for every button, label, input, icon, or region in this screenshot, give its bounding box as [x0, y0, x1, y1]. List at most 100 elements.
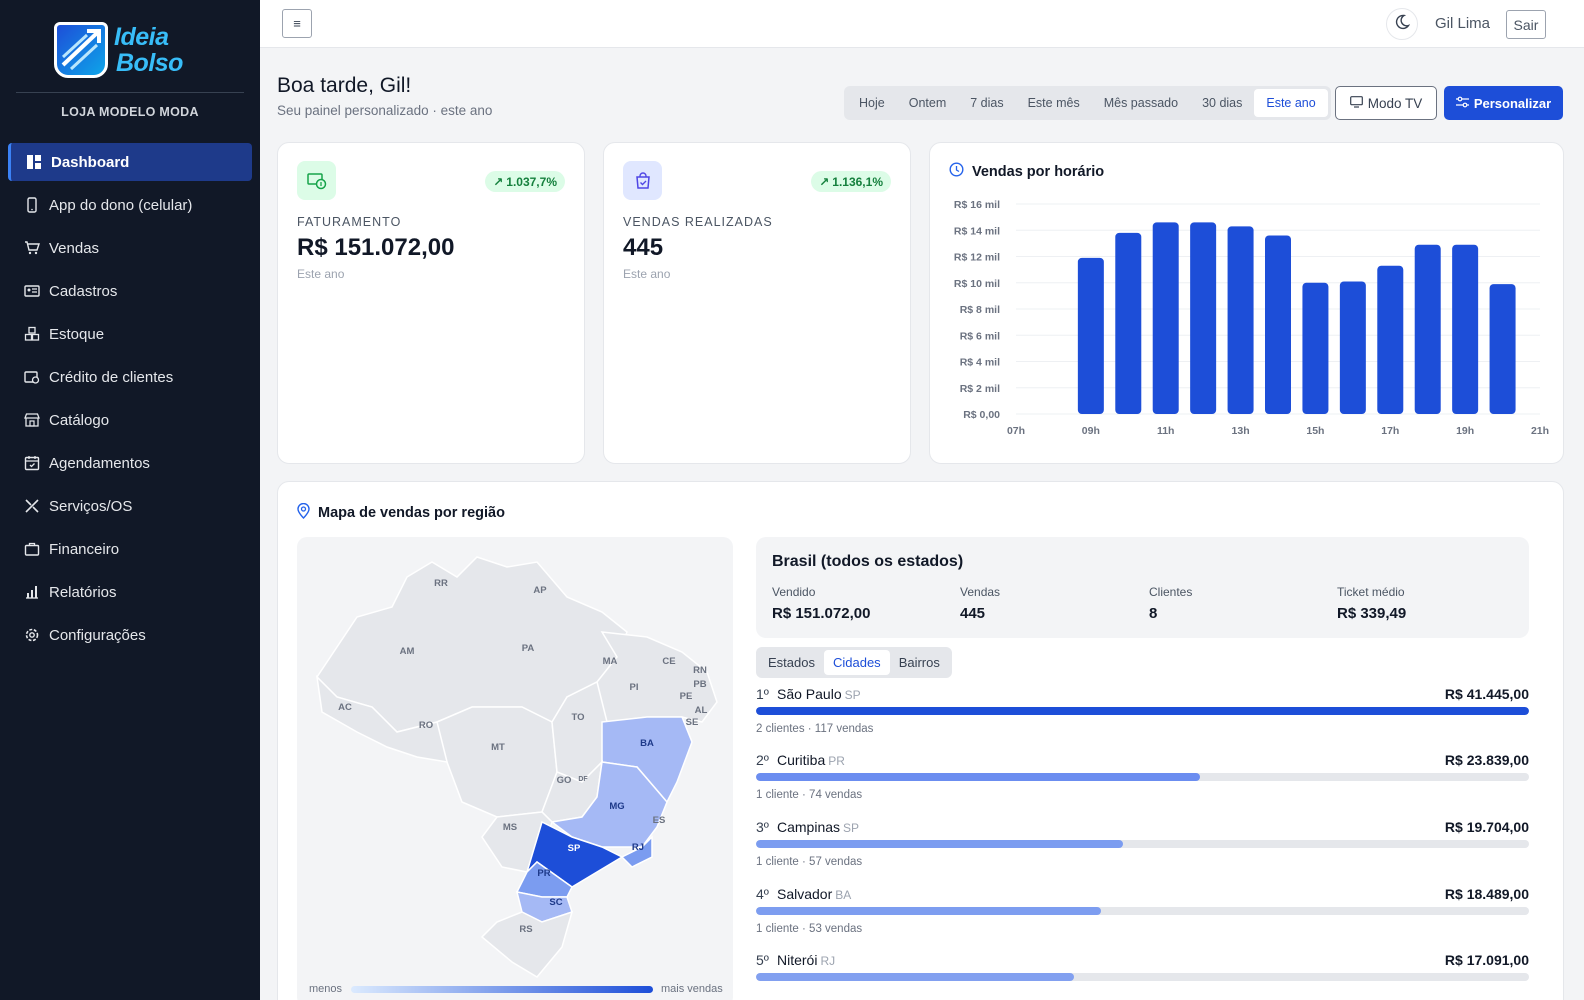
state-label: RJ	[632, 842, 644, 853]
rank-uf: SP	[843, 821, 860, 835]
chart-bar	[1152, 222, 1179, 414]
summary-vendas: Vendas 445	[960, 585, 1000, 622]
chart-y-tick-label: R$ 14 mil	[954, 225, 1000, 237]
tv-mode-button[interactable]: Modo TV	[1335, 86, 1437, 120]
ranking-item[interactable]: 1º São Paulo SP R$ 41.445,00 2 clientes ·…	[756, 686, 1529, 748]
state-rs[interactable]	[480, 910, 574, 978]
state-label: MS	[503, 822, 517, 833]
rank-meta: 2 clientes · 117 vendas	[756, 723, 874, 735]
state-label: DF	[578, 776, 588, 783]
chart-x-tick-label: 13h	[1232, 425, 1250, 437]
customize-label: Personalizar	[1473, 95, 1552, 111]
state-label: PB	[693, 679, 706, 690]
period-mes-passado[interactable]: Mês passado	[1092, 89, 1190, 117]
state-label: BA	[640, 738, 654, 749]
ranking-item[interactable]: 4º Salvador BA R$ 18.489,00 1 cliente · 5…	[756, 886, 1529, 948]
period-hoje[interactable]: Hoje	[847, 89, 897, 117]
period-este-mes[interactable]: Este mês	[1016, 89, 1092, 117]
period-ontem[interactable]: Ontem	[897, 89, 959, 117]
user-name[interactable]: Gil Lima	[1435, 15, 1490, 32]
chart-x-tick-label: 21h	[1531, 425, 1549, 437]
chart-bar	[1489, 284, 1516, 414]
state-mt[interactable]	[436, 706, 558, 818]
rank-bar-fill	[756, 907, 1101, 915]
rank-city-wrap: Niterói RJ	[777, 952, 835, 968]
ranking-item[interactable]: 2º Curitiba PR R$ 23.839,00 1 cliente · 7…	[756, 752, 1529, 814]
rank-city: Campinas	[777, 819, 841, 835]
sidebar-item-financeiro[interactable]: Financeiro	[8, 530, 252, 568]
state-label: RS	[519, 924, 532, 935]
ranking-item[interactable]: 5º Niterói RJ R$ 17.091,00	[756, 952, 1529, 1000]
sidebar-item-relatorios[interactable]: Relatórios	[8, 573, 252, 611]
revenue-card: ↗ 1.037,7% FATURAMENTO R$ 151.072,00 Est…	[277, 142, 585, 464]
period-este-ano[interactable]: Este ano	[1254, 89, 1328, 117]
rank-position: 4º	[756, 886, 769, 902]
map-title: Mapa de vendas por região	[318, 505, 505, 521]
dashboard-icon	[26, 154, 42, 170]
sidebar-item-label: Dashboard	[51, 153, 130, 171]
sidebar-item-app-dono[interactable]: App do dono (celular)	[8, 186, 252, 224]
chart-bar	[1377, 265, 1404, 414]
sidebar-item-credito[interactable]: Crédito de clientes	[8, 358, 252, 396]
chart-bar	[1190, 222, 1217, 414]
rank-bar-fill	[756, 773, 1201, 781]
rank-uf: SP	[844, 688, 861, 702]
tab-bairros[interactable]: Bairros	[890, 650, 949, 675]
state-label: AC	[338, 702, 352, 713]
rank-uf: PR	[828, 754, 845, 768]
state-label: AM	[400, 646, 415, 657]
revenue-change-badge: ↗ 1.037,7%	[485, 171, 565, 192]
sidebar-item-vendas[interactable]: Vendas	[8, 229, 252, 267]
sidebar-item-label: Configurações	[49, 626, 146, 644]
sidebar-item-agendamentos[interactable]: Agendamentos	[8, 444, 252, 482]
brazil-map: RR AP AM PA MA CE RN PB PE AL SE PI AC R…	[297, 537, 733, 1000]
state-label: TO	[571, 712, 584, 723]
chart-bar	[1414, 244, 1441, 414]
store-name: LOJA MODELO MODA	[16, 92, 244, 119]
sidebar-item-servicos[interactable]: Serviços/OS	[8, 487, 252, 525]
summary-vendido: Vendido R$ 151.072,00	[772, 585, 870, 622]
sidebar-item-estoque[interactable]: Estoque	[8, 315, 252, 353]
brand-logo[interactable]: Ideia Bolso	[54, 22, 208, 80]
rank-position: 2º	[756, 752, 769, 768]
state-label: PI	[630, 682, 639, 693]
trend-up-icon: ↗	[819, 174, 830, 189]
page-title: Boa tarde, Gil!	[277, 74, 412, 97]
revenue-value: R$ 151.072,00	[297, 234, 455, 261]
period-7-dias[interactable]: 7 dias	[958, 89, 1015, 117]
state-label: GO	[557, 775, 572, 786]
sidebar-item-catalogo[interactable]: Catálogo	[8, 401, 252, 439]
sidebar-item-dashboard[interactable]: Dashboard	[8, 143, 252, 181]
sidebar-item-label: Financeiro	[49, 540, 120, 558]
ranking-item[interactable]: 3º Campinas SP R$ 19.704,00 1 cliente · 5…	[756, 819, 1529, 881]
summary-title: Brasil (todos os estados)	[772, 553, 964, 570]
state-label: CE	[662, 656, 675, 667]
menu-toggle-button[interactable]: ≡	[282, 9, 312, 38]
summary-value: R$ 339,49	[1337, 605, 1407, 622]
state-label: MT	[491, 742, 505, 753]
legend-max-label: mais vendas	[661, 983, 723, 995]
sidebar-item-cadastros[interactable]: Cadastros	[8, 272, 252, 310]
tab-cidades[interactable]: Cidades	[823, 650, 890, 675]
sidebar-item-configuracoes[interactable]: Configurações	[8, 616, 252, 654]
page-subtitle: Seu painel personalizado · este ano	[277, 103, 493, 118]
theme-toggle-button[interactable]	[1386, 8, 1418, 40]
tab-estados[interactable]: Estados	[759, 650, 824, 675]
rank-bar-track	[756, 973, 1529, 981]
logout-button[interactable]: Sair	[1506, 10, 1546, 39]
rank-value: R$ 19.704,00	[1444, 819, 1529, 835]
state-label: AL	[695, 705, 708, 716]
rank-position: 3º	[756, 819, 769, 835]
brand-line2: Bolso	[116, 49, 183, 77]
customize-button[interactable]: Personalizar	[1444, 86, 1563, 120]
store-icon	[24, 412, 40, 428]
rank-meta: 1 cliente · 74 vendas	[756, 789, 863, 801]
rank-position: 5º	[756, 952, 769, 968]
state-label: PE	[680, 691, 693, 702]
period-30-dias[interactable]: 30 dias	[1190, 89, 1254, 117]
wallet-icon	[24, 369, 40, 385]
summary-label: Vendas	[960, 585, 1001, 599]
rank-value: R$ 41.445,00	[1444, 686, 1529, 702]
sliders-icon	[1455, 96, 1469, 111]
state-label: RO	[419, 720, 433, 731]
